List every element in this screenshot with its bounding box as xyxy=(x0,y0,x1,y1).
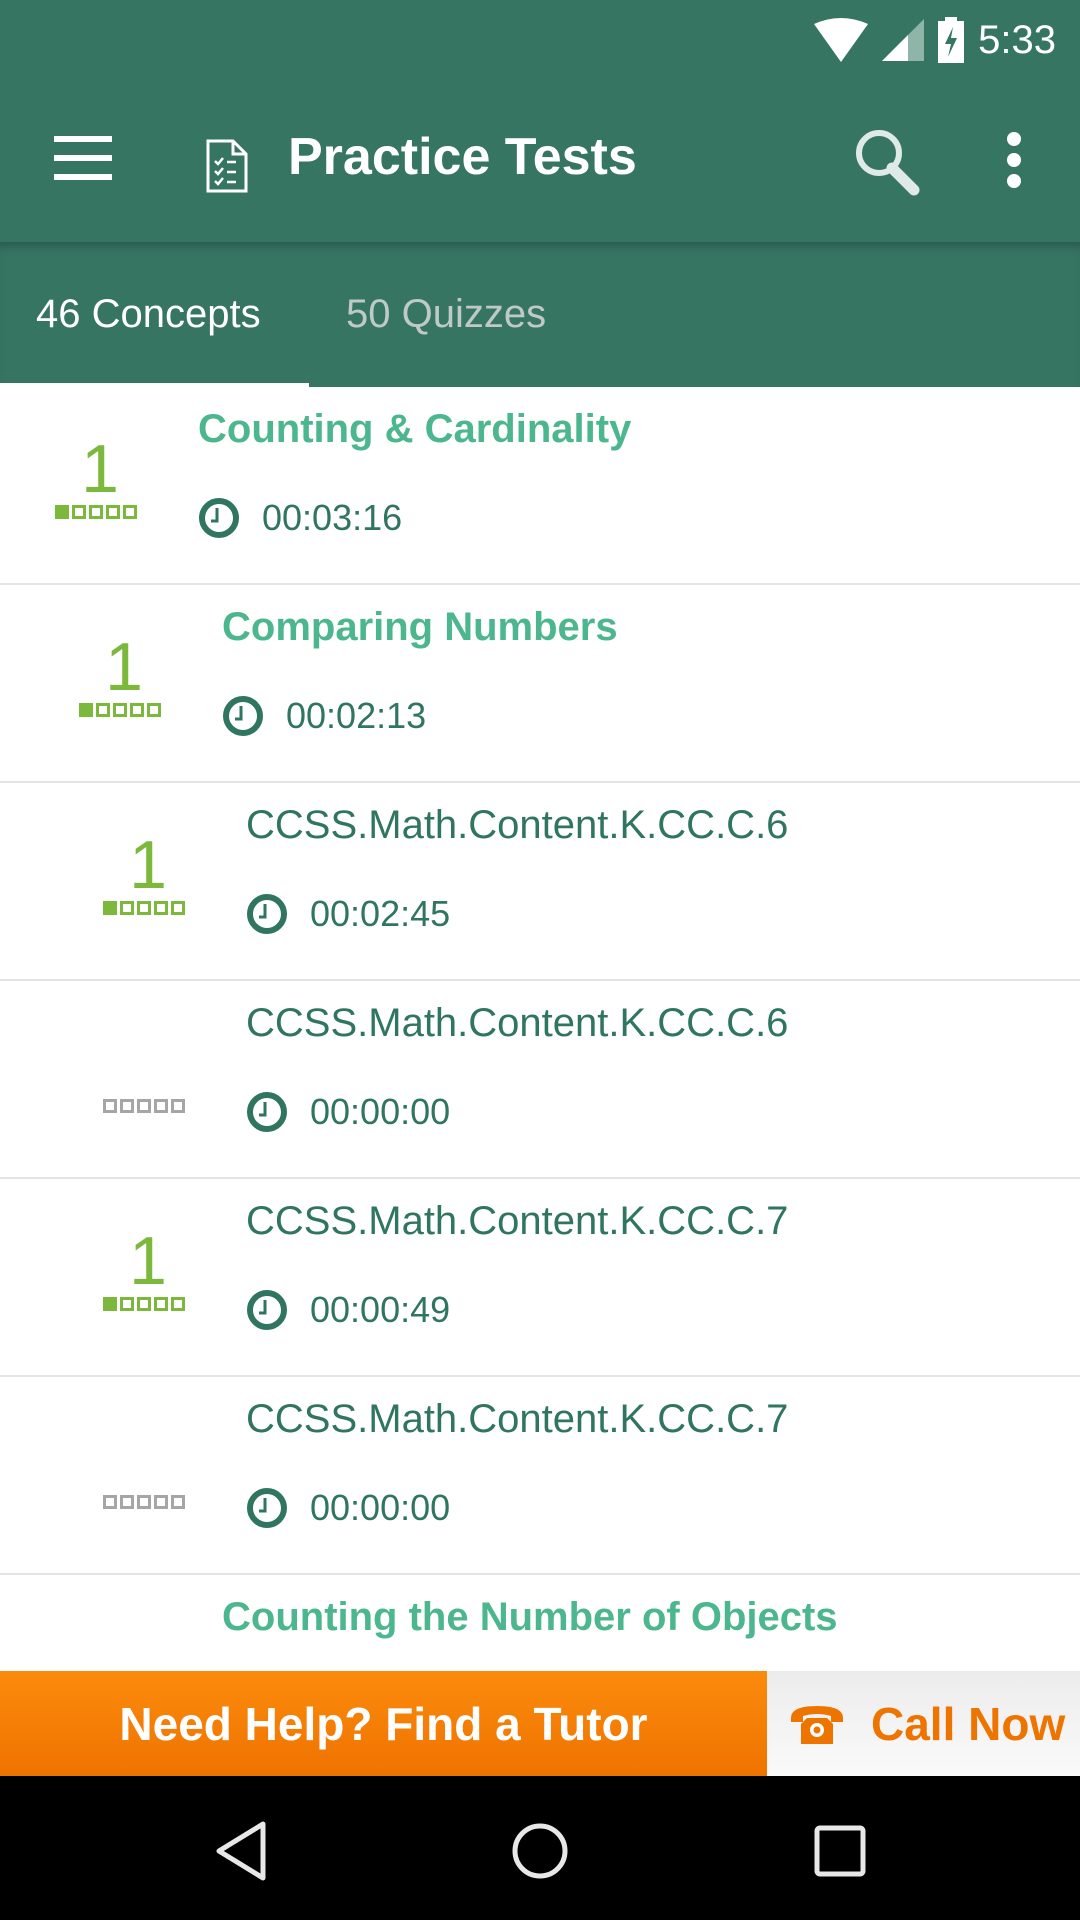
item-title: CCSS.Math.Content.K.CC.C.7 xyxy=(246,1397,789,1441)
timer: 00:02:45 xyxy=(246,893,450,935)
level-indicator xyxy=(55,505,137,519)
timer: 00:02:13 xyxy=(222,695,426,737)
score-value: 1 xyxy=(81,431,119,507)
level-box xyxy=(79,703,93,717)
level-box xyxy=(103,1495,117,1509)
level-box xyxy=(137,901,151,915)
list-item[interactable]: 1 CCSS.Math.Content.K.CC.C.6 00:02:45 xyxy=(0,783,1080,981)
home-icon[interactable] xyxy=(505,1816,575,1886)
level-box xyxy=(72,505,86,519)
level-box xyxy=(103,1297,117,1311)
time-value: 00:02:13 xyxy=(286,695,427,736)
battery-charging-icon xyxy=(938,17,965,63)
level-box xyxy=(89,505,103,519)
find-tutor-button[interactable]: Need Help? Find a Tutor xyxy=(0,1671,767,1776)
level-box xyxy=(147,703,161,717)
more-vert-icon[interactable] xyxy=(1000,132,1028,188)
level-box xyxy=(154,901,168,915)
tab-quizzes[interactable]: 50 Quizzes xyxy=(346,292,546,337)
score-value: 1 xyxy=(105,629,143,705)
level-indicator xyxy=(103,1495,185,1509)
item-title: Counting the Number of Objects xyxy=(222,1595,838,1639)
clock-icon xyxy=(247,1488,287,1528)
timer: 00:03:16 xyxy=(198,497,402,539)
level-box xyxy=(113,703,127,717)
page-title: Practice Tests xyxy=(288,128,637,186)
search-icon[interactable] xyxy=(852,126,922,196)
score-value: 1 xyxy=(129,827,167,903)
score-value: 1 xyxy=(129,1223,167,1299)
status-bar: 5:33 xyxy=(0,0,1080,80)
level-box xyxy=(123,505,137,519)
call-now-label: Call Now xyxy=(871,1697,1066,1750)
timer: 00:00:00 xyxy=(246,1091,450,1133)
item-title: CCSS.Math.Content.K.CC.C.6 xyxy=(246,803,789,847)
time-value: 00:00:00 xyxy=(310,1091,451,1132)
clock-icon xyxy=(223,696,263,736)
level-box xyxy=(171,1495,185,1509)
level-box xyxy=(96,703,110,717)
level-indicator xyxy=(103,1297,185,1311)
clock-icon xyxy=(199,498,239,538)
level-box xyxy=(171,1099,185,1113)
level-box xyxy=(137,1297,151,1311)
call-now-button[interactable]: Call Now xyxy=(767,1671,1080,1776)
list-item[interactable]: Counting the Number of Objects xyxy=(0,1575,1080,1673)
tab-bar: 46 Concepts 50 Quizzes xyxy=(0,242,1080,389)
level-indicator xyxy=(103,1099,185,1113)
level-box xyxy=(130,703,144,717)
back-icon[interactable] xyxy=(205,1816,275,1886)
cell-signal-icon xyxy=(882,19,925,61)
level-box xyxy=(103,1099,117,1113)
list-item[interactable]: CCSS.Math.Content.K.CC.C.7 00:00:00 xyxy=(0,1377,1080,1575)
status-time: 5:33 xyxy=(978,17,1056,62)
checklist-document-icon xyxy=(206,139,248,193)
clock-icon xyxy=(247,1092,287,1132)
tab-concepts[interactable]: 46 Concepts xyxy=(36,292,261,337)
menu-icon[interactable] xyxy=(54,136,112,180)
level-indicator xyxy=(79,703,161,717)
level-box xyxy=(120,1099,134,1113)
level-box xyxy=(106,505,120,519)
list-item[interactable]: 1 Counting & Cardinality 00:03:16 xyxy=(0,387,1080,585)
time-value: 00:02:45 xyxy=(310,893,451,934)
level-box xyxy=(154,1297,168,1311)
level-box xyxy=(103,901,117,915)
time-value: 00:00:49 xyxy=(310,1289,451,1330)
level-box xyxy=(171,1297,185,1311)
clock-icon xyxy=(247,1290,287,1330)
list-item[interactable]: 1 Comparing Numbers 00:02:13 xyxy=(0,585,1080,783)
level-box xyxy=(120,1495,134,1509)
level-box xyxy=(120,901,134,915)
item-title: CCSS.Math.Content.K.CC.C.6 xyxy=(246,1001,789,1045)
clock-icon xyxy=(247,894,287,934)
level-box xyxy=(154,1495,168,1509)
concept-list: 1 Counting & Cardinality 00:03:16 1 Comp… xyxy=(0,387,1080,1673)
level-box xyxy=(154,1099,168,1113)
list-item[interactable]: CCSS.Math.Content.K.CC.C.6 00:00:00 xyxy=(0,981,1080,1179)
item-title: Comparing Numbers xyxy=(222,605,618,649)
level-box xyxy=(171,901,185,915)
level-box xyxy=(55,505,69,519)
wifi-icon xyxy=(814,18,869,62)
phone-icon xyxy=(791,1705,843,1744)
list-item[interactable]: 1 CCSS.Math.Content.K.CC.C.7 00:00:49 xyxy=(0,1179,1080,1377)
item-title: Counting & Cardinality xyxy=(198,407,632,451)
level-indicator xyxy=(103,901,185,915)
item-title: CCSS.Math.Content.K.CC.C.7 xyxy=(246,1199,789,1243)
tutor-banner: Need Help? Find a Tutor Call Now xyxy=(0,1671,1080,1776)
time-value: 00:03:16 xyxy=(262,497,403,538)
level-box xyxy=(137,1099,151,1113)
level-box xyxy=(137,1495,151,1509)
recents-icon[interactable] xyxy=(805,1816,875,1886)
timer: 00:00:00 xyxy=(246,1487,450,1529)
timer: 00:00:49 xyxy=(246,1289,450,1331)
system-nav-bar xyxy=(0,1776,1080,1920)
time-value: 00:00:00 xyxy=(310,1487,451,1528)
app-bar: Practice Tests xyxy=(0,80,1080,242)
level-box xyxy=(120,1297,134,1311)
